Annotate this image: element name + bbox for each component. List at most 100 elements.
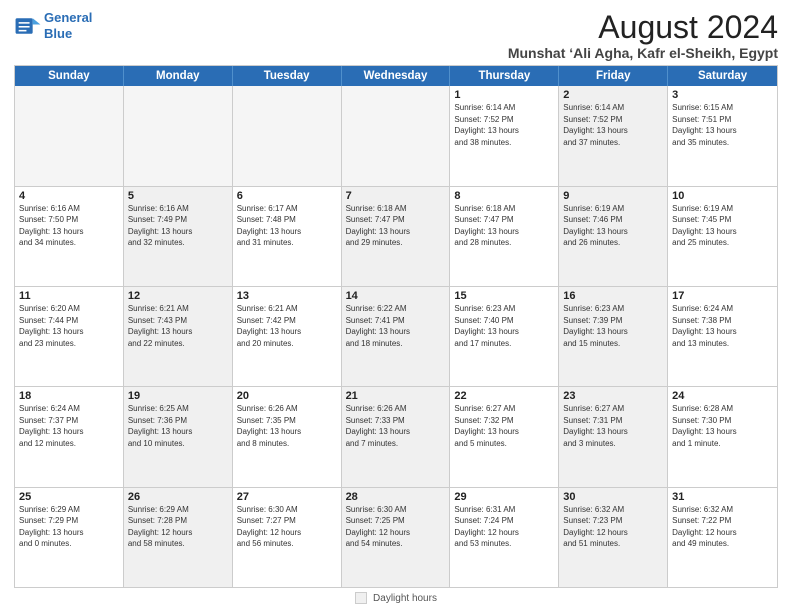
day-cell-2: 2Sunrise: 6:14 AM Sunset: 7:52 PM Daylig… xyxy=(559,86,668,185)
header: General Blue August 2024 Munshat ‘Ali Ag… xyxy=(14,10,778,61)
day-number-31: 31 xyxy=(672,491,773,503)
daylight-box xyxy=(355,592,367,604)
day-number-20: 20 xyxy=(237,390,337,402)
empty-cell xyxy=(342,86,451,185)
day-number-1: 1 xyxy=(454,89,554,101)
day-cell-4: 4Sunrise: 6:16 AM Sunset: 7:50 PM Daylig… xyxy=(15,187,124,286)
main-title: August 2024 xyxy=(508,10,778,45)
day-info-15: Sunrise: 6:23 AM Sunset: 7:40 PM Dayligh… xyxy=(454,303,554,349)
day-number-3: 3 xyxy=(672,89,773,101)
day-cell-11: 11Sunrise: 6:20 AM Sunset: 7:44 PM Dayli… xyxy=(15,287,124,386)
day-cell-16: 16Sunrise: 6:23 AM Sunset: 7:39 PM Dayli… xyxy=(559,287,668,386)
day-number-23: 23 xyxy=(563,390,663,402)
day-info-28: Sunrise: 6:30 AM Sunset: 7:25 PM Dayligh… xyxy=(346,504,446,550)
day-number-6: 6 xyxy=(237,190,337,202)
day-cell-25: 25Sunrise: 6:29 AM Sunset: 7:29 PM Dayli… xyxy=(15,488,124,587)
day-info-10: Sunrise: 6:19 AM Sunset: 7:45 PM Dayligh… xyxy=(672,203,773,249)
day-cell-14: 14Sunrise: 6:22 AM Sunset: 7:41 PM Dayli… xyxy=(342,287,451,386)
day-number-10: 10 xyxy=(672,190,773,202)
empty-cell xyxy=(233,86,342,185)
weekday-header-wednesday: Wednesday xyxy=(342,66,451,86)
weekday-header-sunday: Sunday xyxy=(15,66,124,86)
calendar-week-4: 18Sunrise: 6:24 AM Sunset: 7:37 PM Dayli… xyxy=(15,387,777,487)
day-number-4: 4 xyxy=(19,190,119,202)
day-cell-8: 8Sunrise: 6:18 AM Sunset: 7:47 PM Daylig… xyxy=(450,187,559,286)
day-cell-20: 20Sunrise: 6:26 AM Sunset: 7:35 PM Dayli… xyxy=(233,387,342,486)
day-info-4: Sunrise: 6:16 AM Sunset: 7:50 PM Dayligh… xyxy=(19,203,119,249)
page: General Blue August 2024 Munshat ‘Ali Ag… xyxy=(0,0,792,612)
logo: General Blue xyxy=(14,10,92,41)
day-info-3: Sunrise: 6:15 AM Sunset: 7:51 PM Dayligh… xyxy=(672,102,773,148)
weekday-header-saturday: Saturday xyxy=(668,66,777,86)
day-number-29: 29 xyxy=(454,491,554,503)
day-cell-31: 31Sunrise: 6:32 AM Sunset: 7:22 PM Dayli… xyxy=(668,488,777,587)
day-number-12: 12 xyxy=(128,290,228,302)
day-info-1: Sunrise: 6:14 AM Sunset: 7:52 PM Dayligh… xyxy=(454,102,554,148)
day-number-8: 8 xyxy=(454,190,554,202)
day-number-21: 21 xyxy=(346,390,446,402)
empty-cell xyxy=(15,86,124,185)
day-number-16: 16 xyxy=(563,290,663,302)
day-info-23: Sunrise: 6:27 AM Sunset: 7:31 PM Dayligh… xyxy=(563,403,663,449)
day-cell-22: 22Sunrise: 6:27 AM Sunset: 7:32 PM Dayli… xyxy=(450,387,559,486)
day-cell-28: 28Sunrise: 6:30 AM Sunset: 7:25 PM Dayli… xyxy=(342,488,451,587)
day-cell-29: 29Sunrise: 6:31 AM Sunset: 7:24 PM Dayli… xyxy=(450,488,559,587)
day-cell-6: 6Sunrise: 6:17 AM Sunset: 7:48 PM Daylig… xyxy=(233,187,342,286)
day-info-18: Sunrise: 6:24 AM Sunset: 7:37 PM Dayligh… xyxy=(19,403,119,449)
day-info-20: Sunrise: 6:26 AM Sunset: 7:35 PM Dayligh… xyxy=(237,403,337,449)
day-cell-12: 12Sunrise: 6:21 AM Sunset: 7:43 PM Dayli… xyxy=(124,287,233,386)
day-number-22: 22 xyxy=(454,390,554,402)
day-info-8: Sunrise: 6:18 AM Sunset: 7:47 PM Dayligh… xyxy=(454,203,554,249)
day-number-9: 9 xyxy=(563,190,663,202)
day-number-28: 28 xyxy=(346,491,446,503)
day-cell-24: 24Sunrise: 6:28 AM Sunset: 7:30 PM Dayli… xyxy=(668,387,777,486)
calendar-week-5: 25Sunrise: 6:29 AM Sunset: 7:29 PM Dayli… xyxy=(15,488,777,587)
day-number-30: 30 xyxy=(563,491,663,503)
day-cell-19: 19Sunrise: 6:25 AM Sunset: 7:36 PM Dayli… xyxy=(124,387,233,486)
day-cell-21: 21Sunrise: 6:26 AM Sunset: 7:33 PM Dayli… xyxy=(342,387,451,486)
day-number-11: 11 xyxy=(19,290,119,302)
subtitle: Munshat ‘Ali Agha, Kafr el-Sheikh, Egypt xyxy=(508,45,778,61)
day-info-25: Sunrise: 6:29 AM Sunset: 7:29 PM Dayligh… xyxy=(19,504,119,550)
weekday-header-friday: Friday xyxy=(559,66,668,86)
day-cell-13: 13Sunrise: 6:21 AM Sunset: 7:42 PM Dayli… xyxy=(233,287,342,386)
day-cell-17: 17Sunrise: 6:24 AM Sunset: 7:38 PM Dayli… xyxy=(668,287,777,386)
logo-icon xyxy=(14,12,42,40)
weekday-header-tuesday: Tuesday xyxy=(233,66,342,86)
day-number-18: 18 xyxy=(19,390,119,402)
day-number-14: 14 xyxy=(346,290,446,302)
day-number-19: 19 xyxy=(128,390,228,402)
day-info-27: Sunrise: 6:30 AM Sunset: 7:27 PM Dayligh… xyxy=(237,504,337,550)
calendar-body: 1Sunrise: 6:14 AM Sunset: 7:52 PM Daylig… xyxy=(15,86,777,587)
day-number-27: 27 xyxy=(237,491,337,503)
day-number-2: 2 xyxy=(563,89,663,101)
day-cell-23: 23Sunrise: 6:27 AM Sunset: 7:31 PM Dayli… xyxy=(559,387,668,486)
empty-cell xyxy=(124,86,233,185)
day-cell-15: 15Sunrise: 6:23 AM Sunset: 7:40 PM Dayli… xyxy=(450,287,559,386)
day-info-26: Sunrise: 6:29 AM Sunset: 7:28 PM Dayligh… xyxy=(128,504,228,550)
day-number-25: 25 xyxy=(19,491,119,503)
day-info-17: Sunrise: 6:24 AM Sunset: 7:38 PM Dayligh… xyxy=(672,303,773,349)
day-number-24: 24 xyxy=(672,390,773,402)
day-number-17: 17 xyxy=(672,290,773,302)
calendar-header-row: SundayMondayTuesdayWednesdayThursdayFrid… xyxy=(15,66,777,86)
day-cell-10: 10Sunrise: 6:19 AM Sunset: 7:45 PM Dayli… xyxy=(668,187,777,286)
day-info-12: Sunrise: 6:21 AM Sunset: 7:43 PM Dayligh… xyxy=(128,303,228,349)
day-info-5: Sunrise: 6:16 AM Sunset: 7:49 PM Dayligh… xyxy=(128,203,228,249)
day-cell-3: 3Sunrise: 6:15 AM Sunset: 7:51 PM Daylig… xyxy=(668,86,777,185)
day-info-11: Sunrise: 6:20 AM Sunset: 7:44 PM Dayligh… xyxy=(19,303,119,349)
day-info-7: Sunrise: 6:18 AM Sunset: 7:47 PM Dayligh… xyxy=(346,203,446,249)
day-cell-7: 7Sunrise: 6:18 AM Sunset: 7:47 PM Daylig… xyxy=(342,187,451,286)
title-block: August 2024 Munshat ‘Ali Agha, Kafr el-S… xyxy=(508,10,778,61)
weekday-header-monday: Monday xyxy=(124,66,233,86)
day-info-14: Sunrise: 6:22 AM Sunset: 7:41 PM Dayligh… xyxy=(346,303,446,349)
day-number-15: 15 xyxy=(454,290,554,302)
day-info-6: Sunrise: 6:17 AM Sunset: 7:48 PM Dayligh… xyxy=(237,203,337,249)
day-info-24: Sunrise: 6:28 AM Sunset: 7:30 PM Dayligh… xyxy=(672,403,773,449)
logo-line2: Blue xyxy=(44,26,72,41)
day-cell-30: 30Sunrise: 6:32 AM Sunset: 7:23 PM Dayli… xyxy=(559,488,668,587)
day-info-13: Sunrise: 6:21 AM Sunset: 7:42 PM Dayligh… xyxy=(237,303,337,349)
day-number-26: 26 xyxy=(128,491,228,503)
day-info-21: Sunrise: 6:26 AM Sunset: 7:33 PM Dayligh… xyxy=(346,403,446,449)
day-cell-1: 1Sunrise: 6:14 AM Sunset: 7:52 PM Daylig… xyxy=(450,86,559,185)
